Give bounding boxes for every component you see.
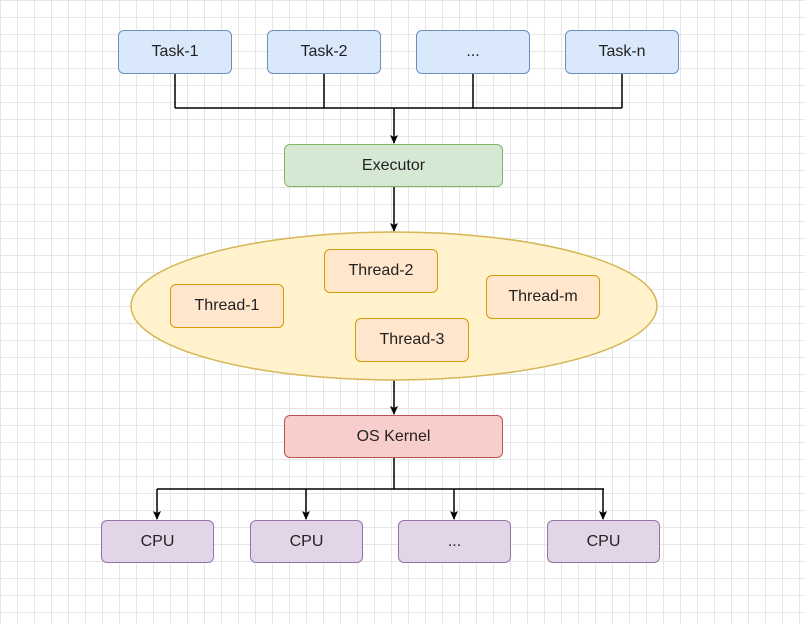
- cpu-box-label: ...: [447, 532, 462, 550]
- cpu-box-label: CPU: [289, 532, 324, 550]
- task-box-label: Task-1: [151, 43, 199, 60]
- task-box-label: Task-2: [300, 43, 348, 60]
- cpu-box[interactable]: CPU: [101, 520, 214, 563]
- thread-box-label: Thread-m: [508, 288, 578, 305]
- executor-box[interactable]: Executor: [284, 144, 503, 187]
- task-box[interactable]: Task-2: [267, 30, 381, 74]
- thread-box[interactable]: Thread-m: [486, 275, 600, 319]
- cpu-box-label: CPU: [586, 532, 621, 550]
- os-kernel-box-label: OS Kernel: [356, 427, 431, 445]
- task-box[interactable]: ...: [416, 30, 530, 74]
- thread-box[interactable]: Thread-3: [355, 318, 469, 362]
- thread-box[interactable]: Thread-2: [324, 249, 438, 293]
- task-box-label: ...: [466, 43, 480, 60]
- task-box[interactable]: Task-n: [565, 30, 679, 74]
- thread-box-label: Thread-1: [194, 297, 260, 314]
- task-box[interactable]: Task-1: [118, 30, 232, 74]
- cpu-box-label: CPU: [140, 532, 175, 550]
- os-kernel-box[interactable]: OS Kernel: [284, 415, 503, 458]
- thread-box-label: Thread-2: [348, 262, 414, 279]
- cpu-box[interactable]: CPU: [250, 520, 363, 563]
- task-box-label: Task-n: [598, 43, 646, 60]
- thread-box-label: Thread-3: [379, 331, 445, 348]
- cpu-box[interactable]: ...: [398, 520, 511, 563]
- executor-box-label: Executor: [361, 156, 426, 174]
- thread-box[interactable]: Thread-1: [170, 284, 284, 328]
- cpu-box[interactable]: CPU: [547, 520, 660, 563]
